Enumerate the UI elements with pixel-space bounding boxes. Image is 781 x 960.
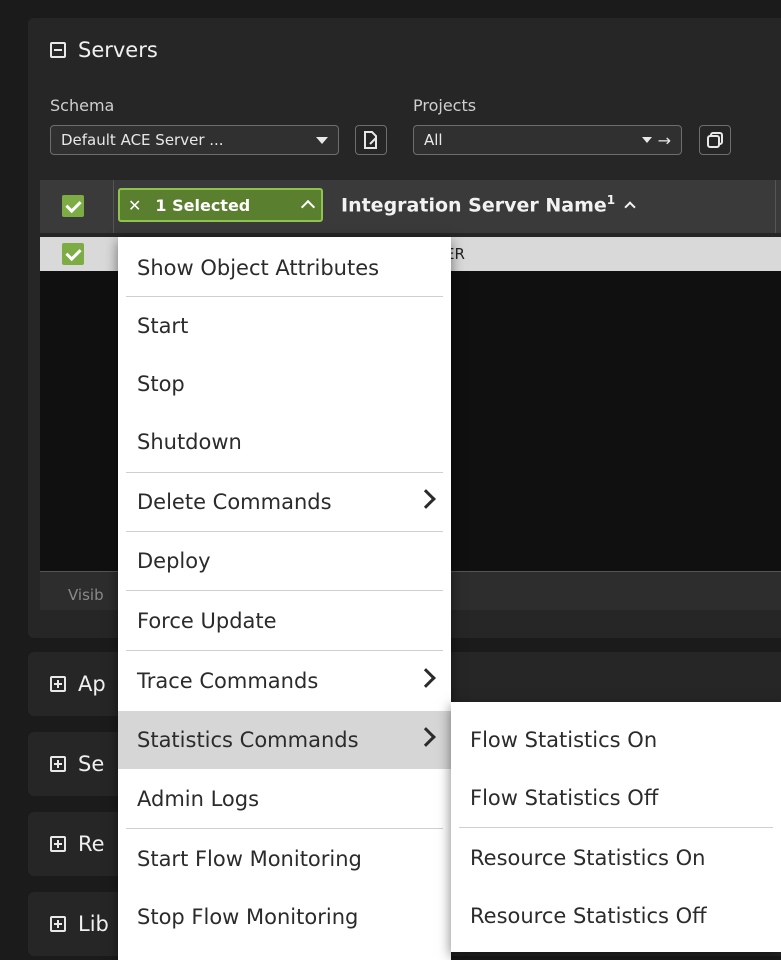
- menu-item-label: Flow Statistics On: [470, 728, 658, 752]
- submenu-item-resource-statistics-on[interactable]: Resource Statistics On: [451, 829, 781, 887]
- arrow-right-icon: →: [657, 130, 671, 150]
- menu-item-label: Admin Logs: [137, 787, 260, 811]
- schema-label: Schema: [50, 96, 115, 115]
- column-header-name[interactable]: Integration Server Name1: [341, 193, 636, 217]
- chevron-right-icon: [416, 489, 436, 509]
- menu-item-label: Stop: [137, 372, 185, 396]
- header-divider: [775, 180, 776, 233]
- header-divider: [113, 180, 114, 233]
- chevron-right-icon: [416, 668, 436, 688]
- menu-item-shutdown[interactable]: Shutdown: [118, 413, 451, 471]
- menu-item-delete-commands[interactable]: Delete Commands: [118, 473, 451, 531]
- servers-title: Servers: [78, 38, 158, 62]
- caret-down-icon: [641, 137, 652, 143]
- expand-icon[interactable]: [50, 676, 66, 692]
- menu-separator: [126, 650, 443, 651]
- statistics-submenu: Flow Statistics On Flow Statistics Off R…: [451, 702, 781, 952]
- expand-icon[interactable]: [50, 836, 66, 852]
- menu-item-label: Resource Statistics Off: [470, 904, 707, 928]
- clear-selection-icon[interactable]: ✕: [128, 196, 141, 215]
- sort-ascending-icon: [624, 201, 636, 213]
- caret-down-icon: [316, 136, 328, 144]
- menu-item-stop[interactable]: Stop: [118, 355, 451, 413]
- menu-item-label: Resource Statistics On: [470, 846, 706, 870]
- expand-icon[interactable]: [50, 756, 66, 772]
- menu-item-deploy[interactable]: Deploy: [118, 532, 451, 590]
- row-checkbox[interactable]: [62, 243, 84, 265]
- column-header-label: Integration Server Name: [341, 194, 607, 217]
- menu-item-label: Show Object Attributes: [137, 256, 380, 280]
- section-header[interactable]: Ap: [50, 672, 106, 696]
- section-title: Lib: [78, 912, 109, 936]
- schema-select-value: Default ACE Server ...: [61, 131, 224, 149]
- section-title: Re: [78, 832, 105, 856]
- schema-select[interactable]: Default ACE Server ...: [50, 125, 339, 155]
- section-title: Se: [78, 752, 105, 776]
- chevron-up-icon: [300, 199, 316, 215]
- collapse-icon[interactable]: [50, 42, 66, 58]
- checkbox-checked-icon: [62, 195, 84, 217]
- menu-item-label: Statistics Commands: [137, 728, 359, 752]
- projects-select[interactable]: All →: [413, 125, 682, 155]
- menu-item-label: Start: [137, 314, 189, 338]
- copy-icon: [707, 132, 723, 148]
- section-header[interactable]: Lib: [50, 912, 109, 936]
- menu-item-start[interactable]: Start: [118, 297, 451, 355]
- menu-item-trace-commands[interactable]: Trace Commands: [118, 652, 451, 710]
- projects-label: Projects: [413, 96, 477, 115]
- section-header[interactable]: Se: [50, 752, 104, 776]
- submenu-item-flow-statistics-off[interactable]: Flow Statistics Off: [451, 769, 781, 827]
- menu-item-start-flow-monitoring[interactable]: Start Flow Monitoring: [118, 830, 451, 888]
- menu-item-label: Shutdown: [137, 430, 242, 454]
- menu-item-label: Force Update: [137, 609, 277, 633]
- selection-chip[interactable]: ✕ 1 Selected: [118, 188, 323, 222]
- menu-separator: [126, 590, 443, 591]
- context-menu: Show Object Attributes Start Stop Shutdo…: [118, 237, 451, 960]
- menu-item-label: Delete Commands: [137, 490, 332, 514]
- section-header[interactable]: Re: [50, 832, 105, 856]
- menu-item-show-object-attributes[interactable]: Show Object Attributes: [118, 239, 451, 297]
- menu-item-stop-flow-monitoring[interactable]: Stop Flow Monitoring: [118, 888, 451, 946]
- menu-item-label: Trace Commands: [137, 669, 319, 693]
- submenu-item-resource-statistics-off[interactable]: Resource Statistics Off: [451, 887, 781, 945]
- servers-header[interactable]: Servers: [50, 38, 158, 62]
- menu-separator: [126, 828, 443, 829]
- submenu-item-flow-statistics-on[interactable]: Flow Statistics On: [451, 711, 781, 769]
- footer-visible-label: Visib: [68, 586, 104, 604]
- chevron-right-icon: [416, 727, 436, 747]
- expand-icon[interactable]: [50, 916, 66, 932]
- section-title: Ap: [78, 672, 106, 696]
- sort-index: 1: [606, 193, 616, 207]
- checkbox-checked-icon: [62, 243, 84, 265]
- edit-document-icon: [364, 131, 377, 149]
- selection-chip-label: 1 Selected: [155, 195, 251, 215]
- copy-projects-button[interactable]: [699, 125, 731, 155]
- menu-item-label: Flow Statistics Off: [470, 786, 659, 810]
- menu-item-force-update[interactable]: Force Update: [118, 592, 451, 650]
- menu-item-label: Deploy: [137, 549, 211, 573]
- menu-item-admin-logs[interactable]: Admin Logs: [118, 770, 451, 828]
- menu-item-label: Start Flow Monitoring: [137, 847, 362, 871]
- header-select-all-checkbox[interactable]: [62, 195, 84, 217]
- menu-item-label: Stop Flow Monitoring: [137, 905, 359, 929]
- menu-item-statistics-commands[interactable]: Statistics Commands: [118, 711, 451, 769]
- projects-select-value: All: [424, 131, 443, 149]
- edit-schema-button[interactable]: [355, 125, 387, 155]
- menu-separator: [459, 827, 773, 828]
